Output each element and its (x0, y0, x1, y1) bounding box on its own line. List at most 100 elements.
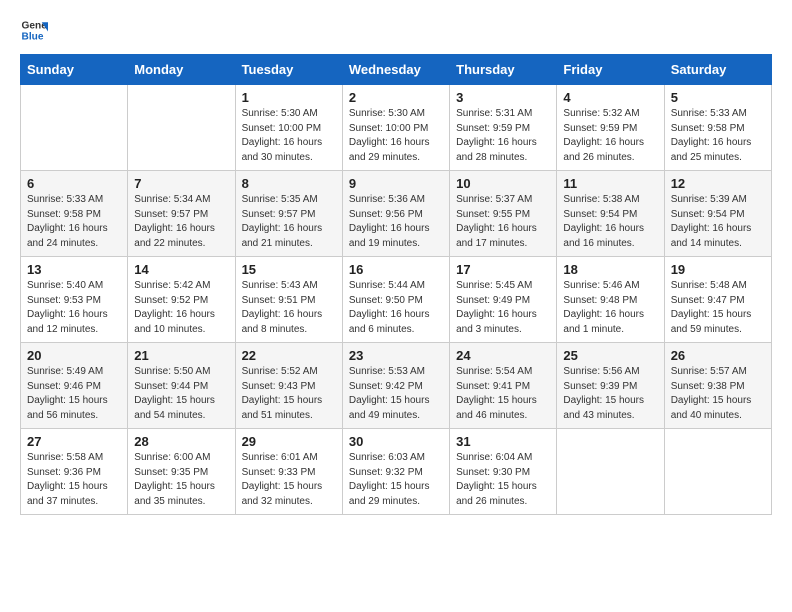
weekday-header-sunday: Sunday (21, 55, 128, 85)
weekday-header-saturday: Saturday (664, 55, 771, 85)
day-info: Sunrise: 5:43 AM Sunset: 9:51 PM Dayligh… (242, 279, 336, 337)
day-info: Sunrise: 5:35 AM Sunset: 9:57 PM Dayligh… (242, 193, 336, 251)
day-cell: 11 Sunrise: 5:38 AM Sunset: 9:54 PM Dayli… (557, 171, 664, 257)
day-number: 21 (134, 348, 228, 363)
day-info: Sunrise: 5:44 AM Sunset: 9:50 PM Dayligh… (349, 279, 443, 337)
day-cell: 27Sunrise: 5:58 AM Sunset: 9:36 PM Dayli… (21, 429, 128, 515)
day-cell: 10Sunrise: 5:37 AM Sunset: 9:55 PM Dayli… (450, 171, 557, 257)
day-cell: 16Sunrise: 5:44 AM Sunset: 9:50 PM Dayli… (342, 257, 449, 343)
day-number: 6 (27, 176, 121, 191)
day-number: 24 (456, 348, 550, 363)
day-info: Sunrise: 5:45 AM Sunset: 9:49 PM Dayligh… (456, 279, 550, 337)
day-number: 17 (456, 262, 550, 277)
day-number: 1 (242, 90, 336, 105)
day-info: Sunrise: 6:03 AM Sunset: 9:32 PM Dayligh… (349, 451, 443, 509)
day-info: Sunrise: 5:39 AM Sunset: 9:54 PM Dayligh… (671, 193, 765, 251)
day-info: Sunrise: 6:04 AM Sunset: 9:30 PM Dayligh… (456, 451, 550, 509)
day-number: 30 (349, 434, 443, 449)
day-cell: 25Sunrise: 5:56 AM Sunset: 9:39 PM Dayli… (557, 343, 664, 429)
day-info: Sunrise: 5:49 AM Sunset: 9:46 PM Dayligh… (27, 365, 121, 423)
day-cell: 13 Sunrise: 5:40 AM Sunset: 9:53 PM Dayli… (21, 257, 128, 343)
weekday-header-row: SundayMondayTuesdayWednesdayThursdayFrid… (21, 55, 772, 85)
week-row-4: 20Sunrise: 5:49 AM Sunset: 9:46 PM Dayli… (21, 343, 772, 429)
day-info: Sunrise: 5:52 AM Sunset: 9:43 PM Dayligh… (242, 365, 336, 423)
day-cell: 28 Sunrise: 6:00 AM Sunset: 9:35 PM Dayli… (128, 429, 235, 515)
day-info: Sunrise: 5:46 AM Sunset: 9:48 PM Dayligh… (563, 279, 657, 337)
day-number: 25 (563, 348, 657, 363)
day-number: 15 (242, 262, 336, 277)
weekday-header-monday: Monday (128, 55, 235, 85)
weekday-header-wednesday: Wednesday (342, 55, 449, 85)
day-number: 4 (563, 90, 657, 105)
day-number: 3 (456, 90, 550, 105)
day-number: 14 (134, 262, 228, 277)
day-cell: 6 Sunrise: 5:33 AM Sunset: 9:58 PM Daylig… (21, 171, 128, 257)
day-cell: 5 Sunrise: 5:33 AM Sunset: 9:58 PM Daylig… (664, 85, 771, 171)
day-cell: 4 Sunrise: 5:32 AM Sunset: 9:59 PM Daylig… (557, 85, 664, 171)
day-number: 18 (563, 262, 657, 277)
day-cell (21, 85, 128, 171)
day-cell: 26 Sunrise: 5:57 AM Sunset: 9:38 PM Dayli… (664, 343, 771, 429)
day-number: 7 (134, 176, 228, 191)
day-cell (664, 429, 771, 515)
day-number: 26 (671, 348, 765, 363)
week-row-1: 1 Sunrise: 5:30 AM Sunset: 10:00 PM Dayli… (21, 85, 772, 171)
day-cell: 7 Sunrise: 5:34 AM Sunset: 9:57 PM Daylig… (128, 171, 235, 257)
day-cell: 18 Sunrise: 5:46 AM Sunset: 9:48 PM Dayli… (557, 257, 664, 343)
day-number: 12 (671, 176, 765, 191)
day-cell: 29 Sunrise: 6:01 AM Sunset: 9:33 PM Dayli… (235, 429, 342, 515)
day-number: 5 (671, 90, 765, 105)
day-info: Sunrise: 6:01 AM Sunset: 9:33 PM Dayligh… (242, 451, 336, 509)
day-info: Sunrise: 5:31 AM Sunset: 9:59 PM Dayligh… (456, 107, 550, 165)
day-info: Sunrise: 5:34 AM Sunset: 9:57 PM Dayligh… (134, 193, 228, 251)
weekday-header-thursday: Thursday (450, 55, 557, 85)
day-info: Sunrise: 5:30 AM Sunset: 10:00 PM Daylig… (242, 107, 336, 165)
weekday-header-friday: Friday (557, 55, 664, 85)
day-cell: 24Sunrise: 5:54 AM Sunset: 9:41 PM Dayli… (450, 343, 557, 429)
day-info: Sunrise: 5:42 AM Sunset: 9:52 PM Dayligh… (134, 279, 228, 337)
day-number: 23 (349, 348, 443, 363)
day-info: Sunrise: 5:33 AM Sunset: 9:58 PM Dayligh… (671, 107, 765, 165)
day-info: Sunrise: 5:38 AM Sunset: 9:54 PM Dayligh… (563, 193, 657, 251)
day-cell: 9 Sunrise: 5:36 AM Sunset: 9:56 PM Daylig… (342, 171, 449, 257)
day-cell: 15 Sunrise: 5:43 AM Sunset: 9:51 PM Dayli… (235, 257, 342, 343)
week-row-5: 27Sunrise: 5:58 AM Sunset: 9:36 PM Dayli… (21, 429, 772, 515)
day-number: 9 (349, 176, 443, 191)
day-cell: 3 Sunrise: 5:31 AM Sunset: 9:59 PM Daylig… (450, 85, 557, 171)
day-info: Sunrise: 5:33 AM Sunset: 9:58 PM Dayligh… (27, 193, 121, 251)
day-cell: 31 Sunrise: 6:04 AM Sunset: 9:30 PM Dayli… (450, 429, 557, 515)
day-info: Sunrise: 5:37 AM Sunset: 9:55 PM Dayligh… (456, 193, 550, 251)
svg-text:General: General (22, 20, 48, 31)
day-cell: 2Sunrise: 5:30 AM Sunset: 10:00 PM Dayli… (342, 85, 449, 171)
day-info: Sunrise: 5:32 AM Sunset: 9:59 PM Dayligh… (563, 107, 657, 165)
day-cell: 23Sunrise: 5:53 AM Sunset: 9:42 PM Dayli… (342, 343, 449, 429)
day-cell: 19 Sunrise: 5:48 AM Sunset: 9:47 PM Dayli… (664, 257, 771, 343)
day-info: Sunrise: 5:50 AM Sunset: 9:44 PM Dayligh… (134, 365, 228, 423)
day-number: 31 (456, 434, 550, 449)
day-number: 11 (563, 176, 657, 191)
day-cell: 8 Sunrise: 5:35 AM Sunset: 9:57 PM Daylig… (235, 171, 342, 257)
week-row-3: 13 Sunrise: 5:40 AM Sunset: 9:53 PM Dayli… (21, 257, 772, 343)
day-number: 19 (671, 262, 765, 277)
day-info: Sunrise: 5:57 AM Sunset: 9:38 PM Dayligh… (671, 365, 765, 423)
day-info: Sunrise: 5:48 AM Sunset: 9:47 PM Dayligh… (671, 279, 765, 337)
day-cell: 22 Sunrise: 5:52 AM Sunset: 9:43 PM Dayli… (235, 343, 342, 429)
day-cell: 17 Sunrise: 5:45 AM Sunset: 9:49 PM Dayli… (450, 257, 557, 343)
weekday-header-tuesday: Tuesday (235, 55, 342, 85)
day-info: Sunrise: 5:40 AM Sunset: 9:53 PM Dayligh… (27, 279, 121, 337)
day-info: Sunrise: 6:00 AM Sunset: 9:35 PM Dayligh… (134, 451, 228, 509)
day-number: 29 (242, 434, 336, 449)
week-row-2: 6 Sunrise: 5:33 AM Sunset: 9:58 PM Daylig… (21, 171, 772, 257)
day-number: 27 (27, 434, 121, 449)
day-cell: 20Sunrise: 5:49 AM Sunset: 9:46 PM Dayli… (21, 343, 128, 429)
logo-icon: General Blue (20, 16, 48, 44)
day-number: 28 (134, 434, 228, 449)
day-number: 13 (27, 262, 121, 277)
day-number: 22 (242, 348, 336, 363)
header: General Blue (20, 16, 772, 44)
day-number: 8 (242, 176, 336, 191)
day-cell: 21 Sunrise: 5:50 AM Sunset: 9:44 PM Dayli… (128, 343, 235, 429)
day-info: Sunrise: 5:36 AM Sunset: 9:56 PM Dayligh… (349, 193, 443, 251)
day-cell (557, 429, 664, 515)
day-cell: 30 Sunrise: 6:03 AM Sunset: 9:32 PM Dayli… (342, 429, 449, 515)
